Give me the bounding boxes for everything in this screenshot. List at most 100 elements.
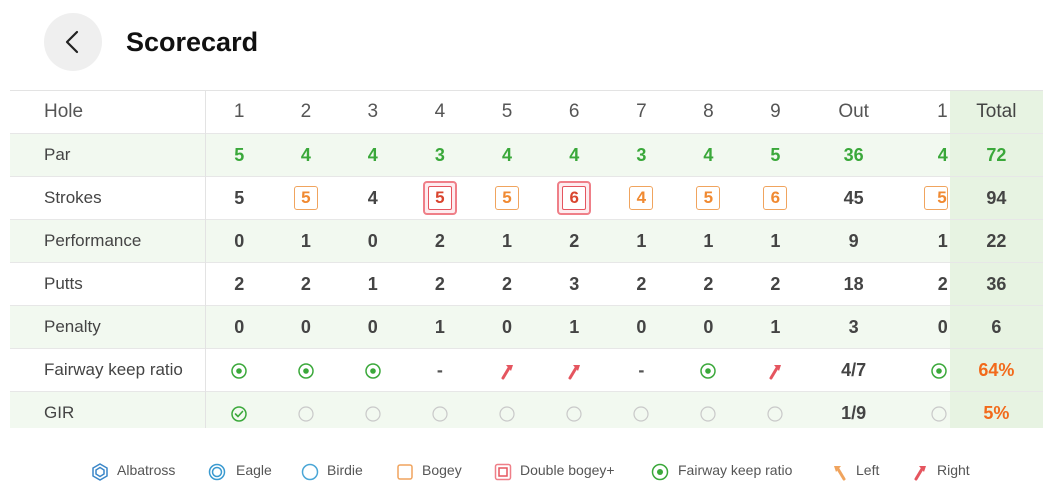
bogey-score: 5 [696, 186, 721, 210]
score-cell: 2 [434, 230, 445, 251]
score-cell: 0 [367, 230, 378, 251]
score-cell: 0 [234, 316, 245, 337]
double-bogey-score: 5 [422, 181, 457, 215]
row-label: Penalty [10, 305, 207, 349]
column-header: Out [838, 101, 869, 122]
icon-cell [608, 392, 675, 429]
out-cell: 4/7 [841, 359, 867, 380]
birdie-icon [301, 463, 319, 481]
bogey-score: 4 [629, 186, 654, 210]
icon-cell [675, 349, 742, 392]
row-label: Par [10, 133, 207, 177]
icon-cell [272, 349, 339, 392]
score-cell: 1 [636, 230, 647, 251]
out-cell: 1/9 [841, 402, 867, 423]
column-header: 6 [568, 101, 580, 122]
icon-cell [540, 392, 608, 429]
icon-cell: - [436, 359, 443, 380]
gir-hit-icon [231, 406, 247, 422]
score-cell: 0 [300, 316, 311, 337]
column-header: 7 [636, 101, 647, 122]
total-cell: 6 [949, 305, 1043, 349]
next-hole-cell: 4 [937, 144, 948, 165]
empty-circle-icon [499, 406, 515, 422]
double-bogey-value: 5 [427, 186, 452, 210]
row-label: Fairway keep ratio [10, 348, 207, 392]
column-header: 1 [937, 101, 948, 122]
stroke-cell: 5 [234, 187, 245, 208]
out-cell: 45 [843, 187, 864, 208]
score-cell: 2 [770, 273, 781, 294]
legend-left: Left [856, 462, 880, 478]
score-cell: 1 [502, 230, 513, 251]
performance-row: Performance 0 1 0 2 1 2 1 1 1 9 1 22 [10, 219, 1043, 263]
eagle-icon [208, 463, 226, 481]
score-cell: 0 [636, 316, 647, 337]
score-cell: 1 [770, 230, 781, 251]
fairway-hit-icon [298, 363, 314, 379]
row-label: GIR [10, 391, 207, 428]
right-miss-icon [501, 364, 514, 380]
right-miss-icon [568, 364, 581, 380]
score-cell: 2 [636, 273, 647, 294]
fairway-keep-icon [651, 463, 669, 481]
bogey-score: 5 [495, 186, 520, 210]
fairway-hit-icon [365, 363, 381, 379]
par-row: Par 5 4 4 3 4 4 3 4 5 36 4 72 [10, 133, 1043, 177]
icon-cell: - [638, 359, 645, 380]
score-cell: 2 [434, 273, 445, 294]
stroke-cell: 5 [474, 177, 541, 220]
back-button[interactable] [44, 13, 102, 71]
score-cell: 1 [434, 316, 445, 337]
legend-albatross: Albatross [117, 462, 176, 478]
total-cell: 72 [949, 133, 1043, 177]
page-title: Scorecard [126, 27, 259, 57]
penalty-row: Penalty 0 0 0 1 0 1 0 0 1 3 0 6 [10, 305, 1043, 349]
total-cell: 36 [949, 262, 1043, 306]
empty-circle-icon [298, 406, 314, 422]
column-header: 9 [770, 101, 781, 122]
stroke-cell: 6 [540, 177, 608, 220]
empty-circle-icon [365, 406, 381, 422]
next-hole-cell: 1 [937, 230, 948, 251]
score-cell: 1 [770, 316, 781, 337]
icon-cell [675, 392, 742, 429]
next-hole-cell: 0 [937, 316, 948, 337]
out-cell: 3 [848, 316, 859, 337]
column-header: 4 [434, 101, 446, 122]
next-hole-cell: 5 [899, 177, 950, 220]
empty-circle-icon [767, 406, 784, 422]
score-cell: 1 [367, 273, 378, 294]
empty-circle-icon [931, 406, 947, 422]
header-row: Hole 1 2 3 4 5 6 7 8 9 Out 1 Total [10, 90, 1043, 134]
stroke-cell: 5 [675, 177, 742, 220]
out-cell: 9 [848, 230, 859, 251]
legend-right: Right [937, 462, 970, 478]
score-cell: 0 [367, 316, 378, 337]
score-cell: 5 [770, 144, 781, 165]
column-header: 3 [367, 101, 379, 122]
fairway-hit-icon [700, 363, 717, 379]
strokes-row: Strokes 5 5 4 5 5 6 4 5 6 45 5 94 [10, 176, 1043, 220]
legend-bogey: Bogey [422, 462, 462, 478]
next-hole-cell: 2 [937, 273, 948, 294]
bogey-score: 6 [763, 186, 788, 210]
icon-cell [206, 349, 272, 392]
albatross-icon [92, 463, 108, 481]
next-hole-cell [899, 349, 950, 392]
fairway-row: Fairway keep ratio - - 4/7 64% [10, 348, 1043, 392]
stroke-cell: 5 [272, 177, 339, 220]
icon-cell [474, 349, 541, 392]
score-cell: 0 [502, 316, 513, 337]
double-bogey-score: 6 [557, 181, 592, 215]
row-label: Putts [10, 262, 207, 306]
legend-double-bogey: Double bogey+ [520, 462, 615, 478]
double-bogey-icon [494, 463, 512, 481]
icon-cell [540, 349, 608, 392]
stroke-cell: 4 [608, 177, 675, 220]
empty-circle-icon [432, 406, 448, 422]
stroke-cell: 6 [742, 177, 809, 220]
legend-birdie: Birdie [327, 462, 363, 478]
empty-circle-icon [633, 406, 649, 422]
score-cell: 0 [234, 230, 245, 251]
